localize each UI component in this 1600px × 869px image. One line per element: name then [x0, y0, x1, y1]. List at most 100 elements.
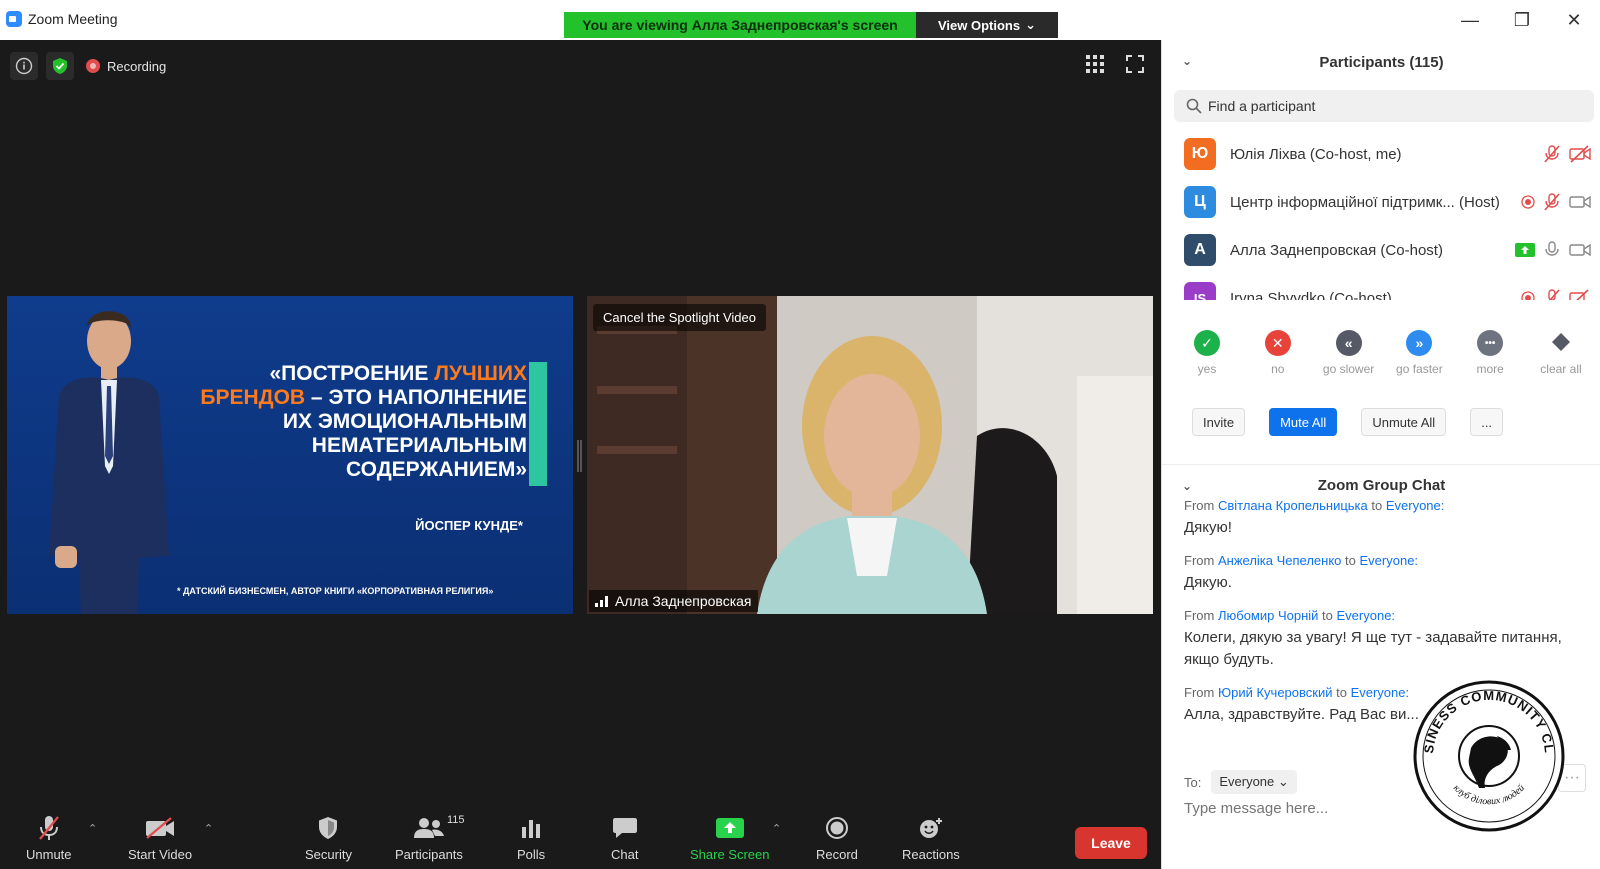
leave-button[interactable]: Leave — [1075, 827, 1147, 859]
meeting-toolbar: Unmute ⌃ Start Video ⌃ Security 115 Part… — [0, 812, 1161, 869]
zoom-window: Zoom Meeting You are viewing Алла Заднеп… — [0, 0, 1600, 869]
meeting-top-right — [1085, 54, 1145, 79]
feedback-go-faster[interactable]: » go faster — [1386, 330, 1452, 376]
chat-button[interactable]: Chat — [611, 812, 638, 862]
invite-button[interactable]: Invite — [1192, 408, 1246, 436]
feedback-no[interactable]: ✕ no — [1245, 330, 1311, 376]
participant-search-input[interactable] — [1208, 98, 1568, 114]
feedback-label: no — [1271, 362, 1285, 376]
collapse-participants-chevron-icon[interactable]: ⌄ — [1182, 54, 1192, 68]
to-word: to — [1322, 608, 1333, 623]
to-label: To: — [1184, 774, 1202, 790]
participant-search[interactable] — [1174, 90, 1594, 122]
muted-mic-icon — [1544, 145, 1560, 163]
to-word: to — [1336, 685, 1347, 700]
slide-quote: «Построение лучших брендов – это наполнен… — [175, 362, 527, 482]
sender-name[interactable]: Анжеліка Чепеленко — [1218, 553, 1341, 568]
feedback-go-slower[interactable]: « go slower — [1316, 330, 1382, 376]
from-word: From — [1184, 608, 1215, 623]
sender-name[interactable]: Світлана Кропельницька — [1218, 498, 1368, 513]
recipient-dropdown[interactable]: Everyone ⌄ — [1211, 770, 1297, 794]
gallery-grid-icon[interactable] — [1085, 54, 1105, 79]
record-button[interactable]: Record — [816, 812, 858, 862]
mute-all-button[interactable]: Mute All — [1269, 408, 1338, 436]
shared-screen-tile[interactable]: «Построение лучших брендов – это наполнен… — [7, 296, 573, 614]
window-title: Zoom Meeting — [28, 11, 118, 27]
participant-row[interactable]: А Алла Заднепровская (Co-host) — [1162, 226, 1600, 274]
recording-indicator[interactable]: Recording — [86, 59, 166, 74]
chat-message-text: Дякую! — [1184, 519, 1232, 536]
reactions-button[interactable]: Reactions — [902, 812, 960, 862]
participant-name: Центр інформаційної підтримк... (Host) — [1230, 193, 1500, 211]
chat-header: ⌄ Zoom Group Chat — [1162, 464, 1600, 494]
zoom-logo-icon — [6, 11, 22, 27]
recipient-value: Everyone — [1219, 774, 1275, 789]
cancel-spotlight-button[interactable]: Cancel the Spotlight Video — [593, 304, 766, 331]
signal-strength-icon — [595, 596, 608, 607]
bar-chart-icon — [520, 812, 542, 844]
speaker-video-image — [587, 296, 1153, 614]
app-title: Zoom Meeting — [6, 11, 117, 27]
recipient-name[interactable]: Everyone: — [1337, 608, 1396, 623]
polls-button[interactable]: Polls — [517, 812, 545, 862]
feedback-more[interactable]: ••• more — [1457, 330, 1523, 376]
sharing-screen-icon — [1515, 243, 1535, 257]
meeting-area: Recording «Построение лучших б — [0, 40, 1161, 869]
feedback-label: more — [1476, 362, 1504, 376]
encryption-shield-icon[interactable] — [46, 52, 74, 80]
unmute-all-button[interactable]: Unmute All — [1361, 408, 1447, 436]
security-button[interactable]: Security — [305, 812, 352, 862]
share-options-caret-icon[interactable]: ⌃ — [772, 822, 781, 835]
window-controls: — ❐ ✕ — [1444, 0, 1600, 40]
recipient-name[interactable]: Everyone: — [1386, 498, 1445, 513]
participants-button[interactable]: 115 Participants — [395, 812, 465, 862]
view-options-label: View Options — [937, 17, 1021, 33]
participants-list: Ю Юлія Ліхва (Co-host, me) Ц Центр інфор… — [1162, 130, 1600, 300]
chevron-down-icon: ⌄ — [1025, 17, 1036, 32]
muted-mic-icon — [1548, 289, 1560, 300]
more-actions-button[interactable]: ... — [1470, 408, 1504, 436]
feedback-label: go faster — [1396, 362, 1443, 376]
participant-row[interactable]: Ц Центр інформаційної підтримк... (Host) — [1162, 178, 1600, 226]
record-label: Record — [816, 847, 858, 862]
slide-author: ЙОСПЕР КУНДЕ* — [415, 518, 523, 533]
sender-name[interactable]: Любомир Чорній — [1218, 608, 1318, 623]
start-video-label: Start Video — [128, 847, 193, 862]
fullscreen-icon[interactable] — [1125, 54, 1145, 79]
minimize-button[interactable]: — — [1444, 0, 1496, 40]
unmute-button[interactable]: Unmute — [26, 812, 72, 862]
split-divider-handle[interactable] — [577, 440, 582, 472]
record-dot-icon — [86, 59, 100, 73]
checkmark-icon: ✓ — [1194, 330, 1220, 356]
audio-options-caret-icon[interactable]: ⌃ — [88, 822, 97, 835]
participant-row[interactable]: IS Iryna Shvydko (Co-host) — [1162, 274, 1600, 300]
video-options-caret-icon[interactable]: ⌃ — [204, 822, 213, 835]
speaker-video-tile[interactable]: Cancel the Spotlight Video Алла Заднепро… — [587, 296, 1153, 614]
restore-button[interactable]: ❐ — [1496, 0, 1548, 40]
info-icon[interactable] — [10, 52, 38, 80]
chat-message: From Анжеліка Чепеленко to Everyone: Дяк… — [1184, 553, 1594, 594]
sender-name[interactable]: Юрий Кучеровский — [1218, 685, 1333, 700]
start-video-button[interactable]: Start Video — [128, 812, 192, 862]
viewing-screen-banner: You are viewing Алла Заднепровская's scr… — [564, 12, 916, 38]
participant-actions: Invite Mute All Unmute All ... — [1192, 408, 1572, 436]
feedback-label: yes — [1197, 362, 1217, 376]
feedback-yes[interactable]: ✓ yes — [1174, 330, 1240, 376]
recipient-name[interactable]: Everyone: — [1360, 553, 1419, 568]
participant-avatar: Ю — [1184, 138, 1216, 170]
feedback-clear-all[interactable]: clear all — [1528, 330, 1594, 376]
share-screen-button[interactable]: Share Screen — [690, 812, 770, 862]
collapse-chat-chevron-icon[interactable]: ⌄ — [1182, 479, 1192, 493]
view-options-button[interactable]: View Options ⌄ — [916, 12, 1058, 38]
recording-label: Recording — [107, 58, 167, 74]
chat-label: Chat — [611, 847, 639, 862]
participants-label: Participants — [395, 847, 463, 862]
business-community-club-logo: BUSINESS COMMUNITY CLUB клуб ділових люд… — [1413, 680, 1565, 832]
search-icon — [1186, 98, 1202, 114]
recipient-name[interactable]: Everyone: — [1351, 685, 1410, 700]
close-button[interactable]: ✕ — [1548, 0, 1600, 40]
video-off-icon — [144, 812, 176, 844]
video-off-icon — [1569, 289, 1589, 300]
participant-row[interactable]: Ю Юлія Ліхва (Co-host, me) — [1162, 130, 1600, 178]
slide-accent-bar — [529, 362, 547, 486]
